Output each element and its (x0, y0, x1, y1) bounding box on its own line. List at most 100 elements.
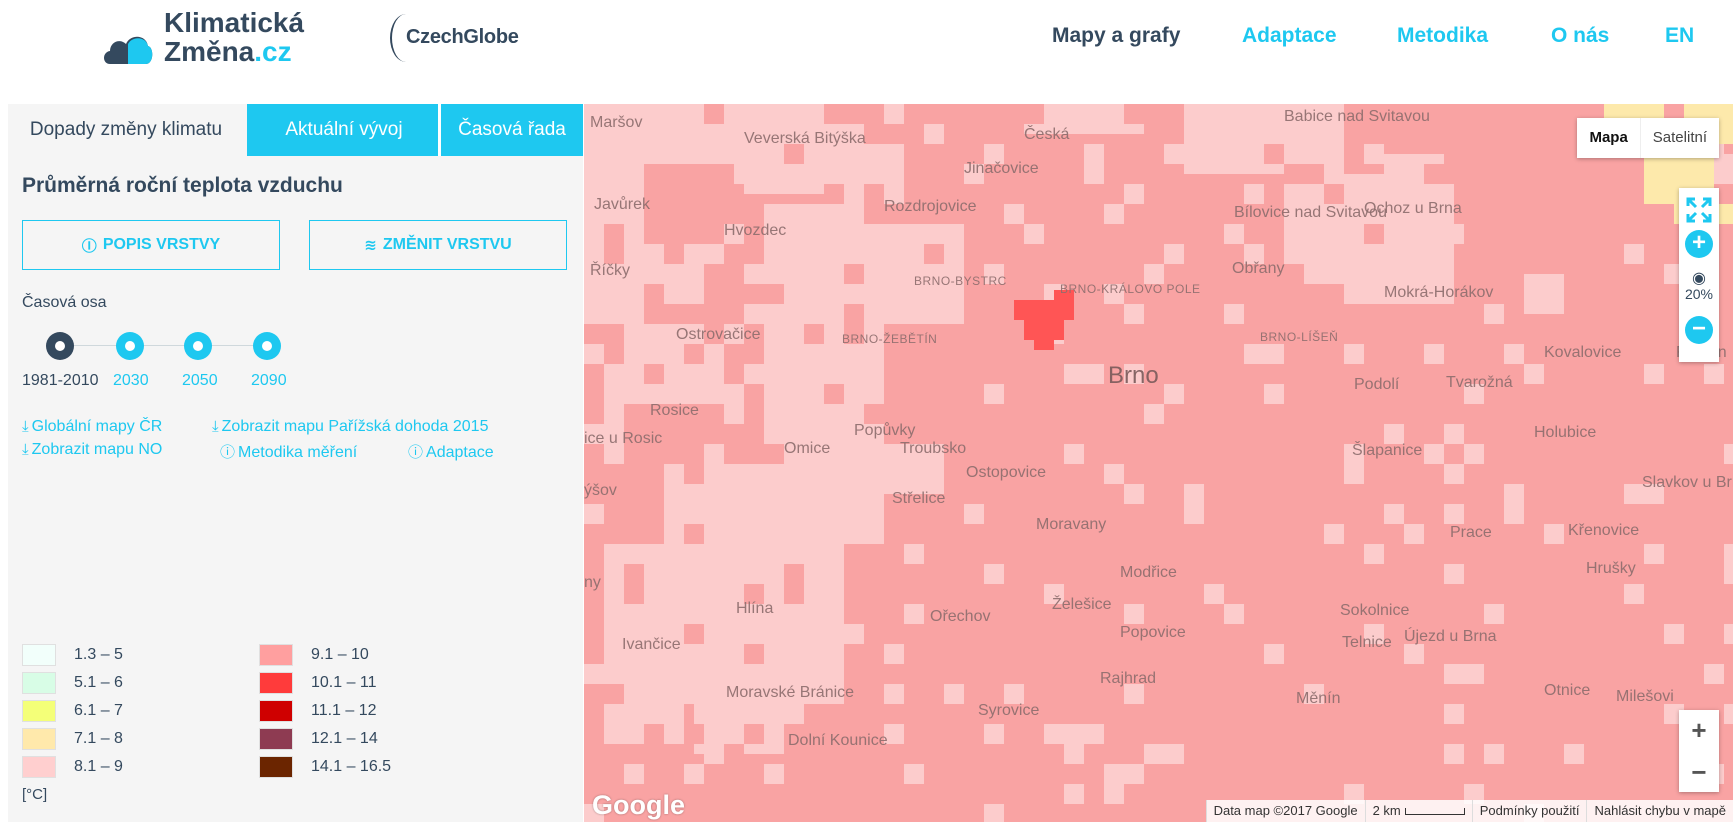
czechglobe-text: CzechGlobe (406, 26, 519, 48)
legend-item: 1.3 – 5 (22, 644, 212, 668)
nav-mapy-a-grafy[interactable]: Mapy a grafy (1052, 24, 1180, 48)
map-place-label: Slavkov u Brna (1642, 474, 1733, 491)
nav-adaptace[interactable]: Adaptace (1242, 24, 1337, 48)
map-place-label: Dolní Kounice (788, 732, 888, 749)
map-place-label: Křenovice (1568, 522, 1640, 539)
download-icon: ⤓ (212, 418, 219, 435)
legend-swatch (22, 644, 56, 666)
zoom-out-button[interactable]: − (1679, 752, 1719, 792)
timeline-label-2090[interactable]: 2090 (251, 372, 287, 390)
layers-icon: ≋ (364, 237, 377, 254)
map-place-label: BRNO-ŽEBĚTÍN (842, 332, 938, 346)
map-place-label: Telnice (1342, 634, 1392, 651)
map-legend: 1.3 – 5 5.1 – 6 6.1 – 7 7.1 – 8 8.1 – 9 9.1 –… (22, 644, 442, 824)
map-place-label: BRNO-LÍŠEŇ (1260, 330, 1339, 344)
map-place-label: Česká (1024, 126, 1070, 143)
legend-swatch (259, 756, 293, 778)
info-icon: ⓘ (220, 444, 236, 461)
link-mapa-no[interactable]: ⤓ Zobrazit mapu NO (22, 441, 162, 459)
tab-dopady[interactable]: Dopady změny klimatu (8, 104, 244, 156)
map-place-label: Měnín (1296, 690, 1341, 707)
timeline: 1981-2010 2030 2050 2090 (22, 324, 322, 389)
timeline-dot-2030[interactable] (116, 332, 144, 360)
timeline-track (58, 345, 268, 346)
report-error-link[interactable]: Nahlásit chybu v mapě (1586, 800, 1733, 822)
legend-swatch (22, 672, 56, 694)
map-canvas[interactable]: Maršov Veverská Bitýška Česká Babice nad Sv… (584, 104, 1733, 822)
site-logo[interactable]: Klimatická Změna.cz (102, 8, 332, 72)
info-icon: ⓘ (408, 444, 424, 461)
czechglobe-logo[interactable]: CzechGlobe (390, 12, 530, 62)
link-metodika-mereni[interactable]: ⓘ Metodika měření (220, 441, 357, 462)
legend-range: 8.1 – 9 (74, 758, 123, 775)
timeline-dot-2090[interactable] (253, 332, 281, 360)
map-place-label: Moravské Bránice (726, 684, 855, 701)
logo-line1: Klimatická (164, 7, 305, 38)
legend-swatch (259, 700, 293, 722)
maptype-satelitni[interactable]: Satelitní (1641, 118, 1719, 158)
describe-layer-button[interactable]: ⓘ POPIS VRSTVY (22, 220, 280, 270)
map-place-label: Ostrovačice (676, 326, 761, 343)
logo-line2-main: Změna (164, 36, 255, 67)
map-place-label: Javůrek (594, 196, 651, 213)
nav-en[interactable]: EN (1665, 24, 1694, 48)
legend-swatch (22, 700, 56, 722)
scale-bar (1404, 808, 1465, 816)
legend-range: 9.1 – 10 (311, 646, 369, 663)
timeline-dot-1981-2010[interactable] (46, 332, 74, 360)
tab-aktualni-vyvoj[interactable]: Aktuální vývoj (247, 104, 441, 156)
change-layer-button[interactable]: ≋ ZMĚNIT VRSTVU (309, 220, 567, 270)
map-place-label: Holubice (1534, 424, 1597, 441)
logo-text: Klimatická Změna.cz (164, 8, 304, 66)
temperature-raster (584, 104, 1733, 822)
link-parizska-dohoda[interactable]: ⤓ Zobrazit mapu Pařížská dohoda 2015 (212, 418, 488, 436)
tab-casova-rada[interactable]: Časová řada (438, 104, 583, 156)
map-place-label: Rozdrojovice (884, 198, 977, 215)
link-adaptace[interactable]: ⓘ Adaptace (408, 441, 494, 462)
map-place-label: Prace (1450, 524, 1492, 541)
link-globalni-mapy-label: Globální mapy ČR (31, 418, 163, 435)
timeline-label-2050[interactable]: 2050 (182, 372, 218, 390)
legend-swatch (259, 644, 293, 666)
map-place-label: Šlapanice (1352, 442, 1423, 459)
map-place-label: Milešovi (1616, 688, 1674, 705)
map-place-label: Troubsko (900, 440, 967, 457)
map-data-credit: Data map ©2017 Google (1205, 800, 1365, 822)
legend-range: 7.1 – 8 (74, 730, 123, 747)
map-scale-label: 2 km (1372, 803, 1401, 818)
legend-range: 5.1 – 6 (74, 674, 123, 691)
legend-swatch (259, 728, 293, 750)
info-icon: ⓘ (81, 237, 97, 255)
map-place-label: Veverská Bitýška (744, 130, 866, 147)
opacity-increase-button[interactable]: + (1685, 230, 1713, 258)
map-place-label: ýšov (584, 482, 617, 499)
logo-line2: Změna.cz (164, 37, 304, 66)
opacity-decrease-button[interactable]: − (1685, 316, 1713, 344)
logo-tld: .cz (254, 36, 292, 67)
change-layer-label: ZMĚNIT VRSTVU (382, 236, 512, 253)
terms-link[interactable]: Podmínky použití (1471, 800, 1587, 822)
zoom-in-button[interactable]: + (1679, 710, 1719, 750)
describe-layer-label: POPIS VRSTVY (102, 236, 221, 253)
map-place-label: BRNO-BYSTRC (914, 274, 1007, 288)
legend-item: 12.1 – 14 (259, 728, 449, 752)
map-place-label: Omice (784, 440, 831, 457)
link-globalni-mapy[interactable]: ⤓ Globální mapy ČR (22, 418, 162, 436)
map-place-label: Popovice (1120, 624, 1186, 641)
map-place-label: Rosice (650, 402, 699, 419)
map-place-label: Střelice (892, 490, 946, 507)
timeline-label-2030[interactable]: 2030 (113, 372, 149, 390)
fullscreen-icon[interactable] (1685, 196, 1713, 224)
legend-range: 1.3 – 5 (74, 646, 123, 663)
legend-item: 11.1 – 12 (259, 700, 449, 724)
nav-metodika[interactable]: Metodika (1397, 24, 1488, 48)
maptype-mapa[interactable]: Mapa (1577, 118, 1641, 158)
sidebar-tabs: Dopady změny klimatu Aktuální vývoj Časo… (8, 104, 583, 156)
legend-unit: [°C] (22, 786, 48, 803)
nav-o-nas[interactable]: O nás (1551, 24, 1609, 48)
timeline-label-1981-2010[interactable]: 1981-2010 (22, 372, 99, 390)
map-place-label: ny (584, 574, 601, 591)
legend-swatch (22, 756, 56, 778)
timeline-dot-2050[interactable] (184, 332, 212, 360)
cloud-logo-icon (104, 36, 153, 64)
